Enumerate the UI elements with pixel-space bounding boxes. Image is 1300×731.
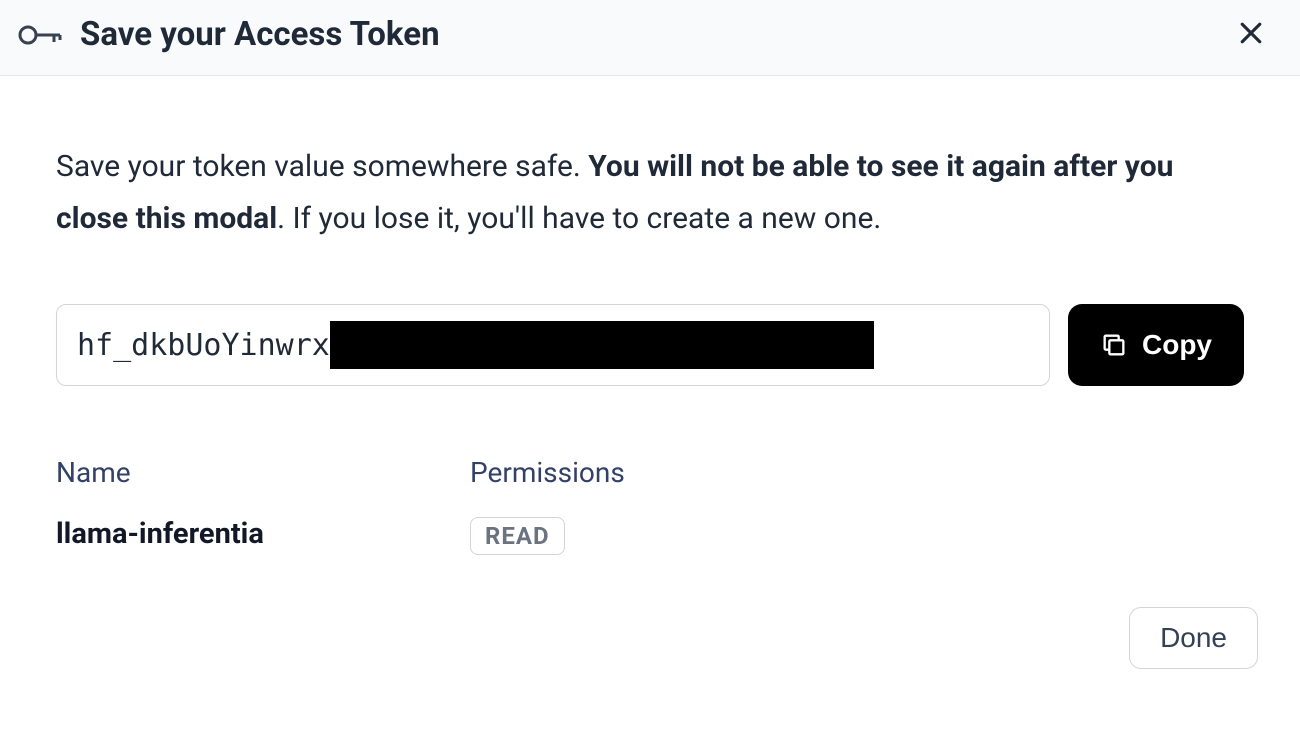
copy-icon bbox=[1100, 331, 1128, 359]
meta-name-column: Name llama-inferentia bbox=[56, 456, 470, 555]
close-button[interactable] bbox=[1232, 14, 1270, 55]
permissions-label: Permissions bbox=[470, 456, 625, 489]
instruction-part1: Save your token value somewhere safe. bbox=[56, 149, 588, 184]
name-label: Name bbox=[56, 456, 470, 489]
token-meta: Name llama-inferentia Permissions READ bbox=[56, 456, 1244, 555]
meta-permissions-column: Permissions READ bbox=[470, 456, 625, 555]
done-button[interactable]: Done bbox=[1129, 607, 1258, 669]
permissions-badge: READ bbox=[470, 517, 565, 555]
modal-body: Save your token value somewhere safe. Yo… bbox=[0, 76, 1300, 585]
instruction-text: Save your token value somewhere safe. Yo… bbox=[56, 141, 1244, 244]
close-icon bbox=[1236, 18, 1266, 51]
copy-button[interactable]: Copy bbox=[1068, 304, 1244, 386]
name-value: llama-inferentia bbox=[56, 517, 470, 551]
header-left: Save your Access Token bbox=[18, 15, 440, 54]
instruction-part2: . If you lose it, you'll have to create … bbox=[277, 201, 881, 236]
modal-header: Save your Access Token bbox=[0, 0, 1300, 76]
modal-footer: Done bbox=[0, 597, 1300, 669]
token-visible-prefix: hf_dkbUoYinwrx bbox=[77, 328, 330, 363]
token-row: hf_dkbUoYinwrx Copy bbox=[56, 304, 1244, 386]
token-redacted-block bbox=[330, 321, 874, 369]
modal-title: Save your Access Token bbox=[80, 15, 440, 54]
key-icon bbox=[18, 20, 62, 50]
token-field[interactable]: hf_dkbUoYinwrx bbox=[56, 304, 1050, 386]
copy-label: Copy bbox=[1142, 329, 1212, 361]
